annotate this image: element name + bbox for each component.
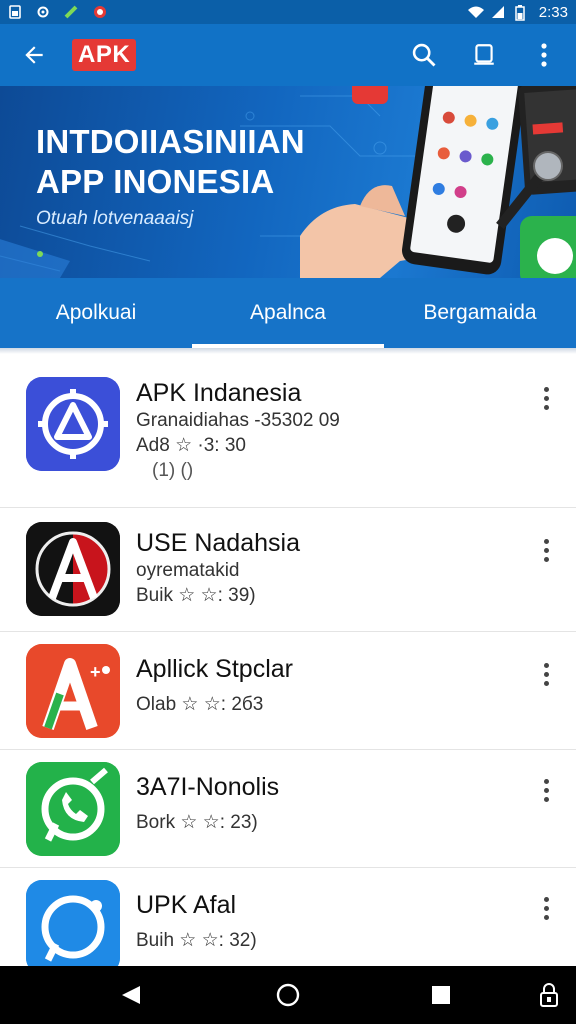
tab-apalnca[interactable]: Apalnca <box>192 278 384 348</box>
battery-saver-icon <box>64 5 78 19</box>
phone-chat-icon <box>26 762 120 856</box>
more-options-button[interactable] <box>536 890 556 926</box>
nav-recents-button[interactable] <box>426 980 456 1010</box>
list-item[interactable]: USE Nadahsia oyrematakid Buik ☆ ☆: 39) <box>0 508 576 632</box>
nav-home-button[interactable] <box>273 980 303 1010</box>
app-rating: Olab ☆ ☆: 2б3 <box>136 694 264 715</box>
share-icon <box>474 44 494 65</box>
more-options-button[interactable] <box>536 772 556 808</box>
lock-icon <box>540 983 558 1007</box>
apk-logo[interactable]: APK <box>72 39 137 71</box>
battery-icon <box>515 5 529 21</box>
wifi-icon <box>467 5 484 19</box>
system-nav-bar <box>0 966 576 1024</box>
app-rating: Buih ☆ ☆: 32) <box>136 930 257 951</box>
tab-label: Apalnca <box>250 301 326 324</box>
back-triangle-icon <box>122 986 140 1004</box>
share-button[interactable] <box>466 37 502 73</box>
list-item[interactable]: APK Indanesia Granaidiahas -35302 09 Ad8… <box>0 354 576 508</box>
tab-apolkuai[interactable]: Apolkuai <box>0 278 192 348</box>
app-extra: (1) () <box>152 460 194 481</box>
more-vert-icon <box>541 43 547 67</box>
banner-subtitle: Otuah lotvenaaaisj <box>36 208 194 229</box>
app-rating: Ad8 ☆ ·3: 30 <box>136 435 246 456</box>
letter-a-icon <box>26 522 120 616</box>
app-developer: oyrematakid <box>136 560 240 581</box>
app-name: Apllick Stpclar <box>136 655 293 683</box>
chat-bubble-icon <box>26 880 120 974</box>
banner-title-line2: APP INONESIA <box>36 163 275 200</box>
banner-title: INTDOIIASINIIAN APP INONESIA <box>36 122 305 202</box>
signal-icon <box>491 5 505 19</box>
app-rating: Buik ☆ ☆: 39) <box>136 585 256 606</box>
more-options-button[interactable] <box>536 656 556 692</box>
tab-bergamaida[interactable]: Bergamaida <box>384 278 576 348</box>
notification-icon <box>92 5 106 19</box>
nav-back-button[interactable] <box>116 980 146 1010</box>
tab-label: Apolkuai <box>55 301 137 324</box>
apk-triangle-icon <box>26 377 120 471</box>
app-bar: APK <box>0 24 576 86</box>
settings-icon <box>36 5 50 19</box>
nav-lock-button[interactable] <box>534 980 564 1010</box>
app-name: USE Nadahsia <box>136 529 300 557</box>
arrow-left-icon <box>25 46 43 64</box>
svg-text:+: + <box>90 662 101 682</box>
sim-icon <box>8 5 22 19</box>
tab-label: Bergamaida <box>423 301 537 324</box>
list-item[interactable]: 3A7I-Nonolis Bork ☆ ☆: 23) <box>0 750 576 868</box>
list-item[interactable]: UPK Afal Buih ☆ ☆: 32) <box>0 868 576 974</box>
banner-title-line1: INTDOIIASINIIAN <box>36 123 305 160</box>
recents-square-icon <box>432 986 450 1004</box>
status-bar: 2:33 <box>0 0 576 24</box>
status-time: 2:33 <box>538 3 568 21</box>
home-circle-icon <box>276 983 300 1007</box>
app-rating: Bork ☆ ☆: 23) <box>136 812 258 833</box>
app-list: APK Indanesia Granaidiahas -35302 09 Ad8… <box>0 354 576 974</box>
app-name: UPK Afal <box>136 891 237 919</box>
search-icon <box>412 43 436 67</box>
app-developer: Granaidiahas -35302 09 <box>136 410 340 431</box>
more-options-button[interactable] <box>526 37 562 73</box>
app-name: 3A7I-Nonolis <box>136 773 280 801</box>
letter-a-store-icon: + <box>26 644 120 738</box>
promo-banner[interactable]: INTDOIIASINIIAN APP INONESIA Otuah lotve… <box>0 86 576 278</box>
category-tabs: Apolkuai Apalnca Bergamaida <box>0 278 576 348</box>
list-item[interactable]: + Apllick Stpclar Olab ☆ ☆: 2б3 <box>0 632 576 750</box>
back-button[interactable] <box>14 35 54 75</box>
app-name: APK Indanesia <box>136 379 302 407</box>
search-button[interactable] <box>406 37 442 73</box>
more-options-button[interactable] <box>536 380 556 416</box>
more-options-button[interactable] <box>536 532 556 568</box>
